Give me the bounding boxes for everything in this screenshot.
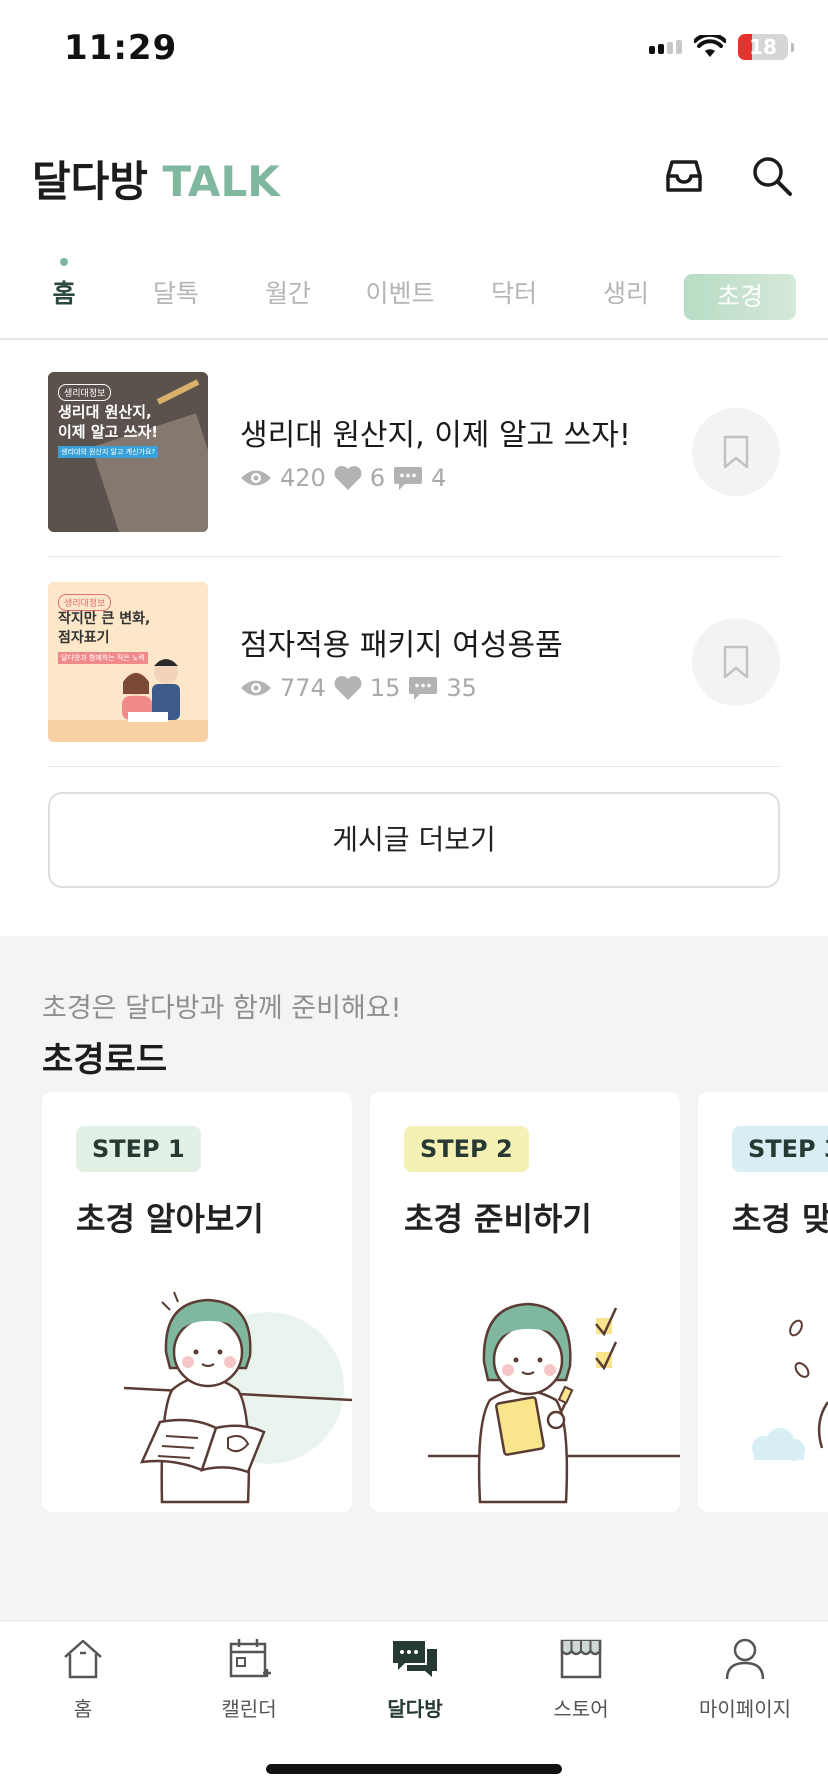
nav-label: 스토어	[553, 1697, 609, 1721]
app-title-main: 달다방	[32, 157, 148, 206]
tab-period[interactable]: 생리	[570, 274, 682, 310]
status-bar: 11:29 18	[0, 0, 828, 100]
step-badge: STEP 2	[404, 1126, 529, 1172]
nav-store[interactable]: 스토어	[498, 1635, 664, 1722]
person-icon	[725, 1638, 765, 1680]
search-button[interactable]	[744, 148, 800, 204]
signal-icon	[649, 40, 682, 54]
chat-icon	[393, 1641, 437, 1677]
post-item[interactable]: 생리대정보 생리대 원산지, 이제 알고 쓰자! 생리대의 원산지 알고 계신가…	[48, 372, 780, 532]
nav-daldabang[interactable]: 달다방	[332, 1635, 498, 1722]
category-tabs: 홈 달톡 월간 이벤트 닥터 생리 초경	[0, 252, 828, 340]
more-posts-button[interactable]: 게시글 더보기	[48, 792, 780, 888]
post-divider	[48, 766, 780, 767]
wifi-icon	[694, 35, 726, 57]
tab-doctor[interactable]: 닥터	[458, 274, 570, 310]
post-stats: 420 6 4	[240, 464, 454, 492]
eye-icon	[241, 470, 271, 486]
nav-label: 홈	[73, 1697, 93, 1721]
view-count: 420	[280, 464, 326, 492]
calendar-icon	[229, 1639, 271, 1678]
eye-icon	[241, 680, 271, 696]
comment-icon	[409, 677, 438, 700]
bookmark-icon	[723, 435, 749, 469]
nav-home[interactable]: 홈	[0, 1635, 166, 1722]
road-title: 초경로드	[42, 1040, 168, 1080]
view-count: 774	[280, 674, 326, 702]
comment-icon	[394, 467, 423, 490]
post-item[interactable]: 생리대정보 작지만 큰 변화, 점자표기 달다방과 함께하는 작은 노력 점자적…	[48, 582, 780, 742]
thumb-line-2: 이제 알고 쓰자!	[58, 423, 159, 441]
bookmark-button[interactable]	[692, 618, 780, 706]
store-icon	[560, 1639, 602, 1679]
status-icons: 18	[649, 34, 794, 60]
status-time: 11:29	[64, 28, 178, 68]
battery-icon: 18	[738, 34, 788, 60]
app-title-accent: TALK	[162, 157, 280, 206]
thumb-tag: 생리대정보	[58, 594, 112, 611]
step-card-3[interactable]: STEP 3 초경 맞이하기	[698, 1092, 828, 1512]
step-badge: STEP 3	[732, 1126, 828, 1172]
nav-label: 마이페이지	[699, 1697, 791, 1721]
tab-event[interactable]: 이벤트	[344, 274, 456, 310]
comment-count: 35	[446, 674, 477, 702]
home-icon	[64, 1639, 102, 1679]
nav-label: 달다방	[387, 1697, 443, 1721]
search-icon	[753, 157, 792, 196]
comment-count: 4	[431, 464, 447, 492]
post-stats: 774 15 35	[240, 674, 485, 702]
step-name: 초경 준비하기	[404, 1200, 592, 1238]
road-subtitle: 초경은 달다방과 함께 준비해요!	[42, 993, 402, 1024]
post-divider	[48, 556, 780, 557]
thumb-caption: 생리대의 원산지 알고 계신가요?	[58, 446, 159, 458]
thumb-line-1: 생리대 원산지,	[58, 403, 152, 421]
thumb-tag: 생리대정보	[58, 384, 112, 401]
thumb-line-2: 점자표기	[58, 630, 110, 646]
home-indicator	[266, 1764, 562, 1774]
first-period-road-section: 초경은 달다방과 함께 준비해요! 초경로드 STEP 1 초경 알아보기 ST…	[0, 936, 828, 1620]
nav-label: 캘린더	[221, 1697, 277, 1721]
step-name: 초경 맞이하기	[732, 1200, 828, 1238]
step-name: 초경 알아보기	[76, 1200, 264, 1238]
post-thumbnail: 생리대정보 작지만 큰 변화, 점자표기 달다방과 함께하는 작은 노력	[48, 582, 208, 742]
inbox-button[interactable]	[656, 148, 712, 204]
post-title[interactable]: 생리대 원산지, 이제 알고 쓰자!	[240, 410, 631, 454]
active-tab-dot	[60, 258, 68, 266]
tab-home[interactable]: 홈	[8, 274, 120, 310]
thumb-caption: 달다방과 함께하는 작은 노력	[58, 652, 148, 664]
app-title: 달다방 TALK	[32, 148, 280, 209]
study-illustration	[123, 1291, 352, 1504]
battery-level: 18	[749, 35, 777, 59]
app-header: 달다방 TALK	[0, 140, 828, 220]
step-badge: STEP 1	[76, 1126, 201, 1172]
tab-monthly[interactable]: 월간	[232, 274, 344, 310]
bookmark-icon	[723, 645, 749, 679]
tab-first-period[interactable]: 초경	[684, 274, 796, 320]
tab-daltok[interactable]: 달톡	[120, 274, 232, 310]
step-card-2[interactable]: STEP 2 초경 준비하기	[370, 1092, 680, 1512]
post-thumbnail: 생리대정보 생리대 원산지, 이제 알고 쓰자! 생리대의 원산지 알고 계신가…	[48, 372, 208, 532]
inbox-icon	[666, 160, 702, 192]
prepare-illustration	[428, 1302, 680, 1504]
heart-icon	[334, 676, 362, 700]
step-card-1[interactable]: STEP 1 초경 알아보기	[42, 1092, 352, 1512]
celebrate-illustration	[752, 1319, 828, 1461]
nav-mypage[interactable]: 마이페이지	[662, 1635, 828, 1722]
like-count: 6	[369, 464, 386, 492]
bookmark-button[interactable]	[692, 408, 780, 496]
like-count: 15	[369, 674, 401, 702]
heart-icon	[334, 466, 362, 490]
post-title[interactable]: 점자적용 패키지 여성용품	[240, 620, 563, 664]
thumb-line-1: 작지만 큰 변화,	[58, 611, 151, 627]
nav-calendar[interactable]: 캘린더	[166, 1635, 332, 1722]
